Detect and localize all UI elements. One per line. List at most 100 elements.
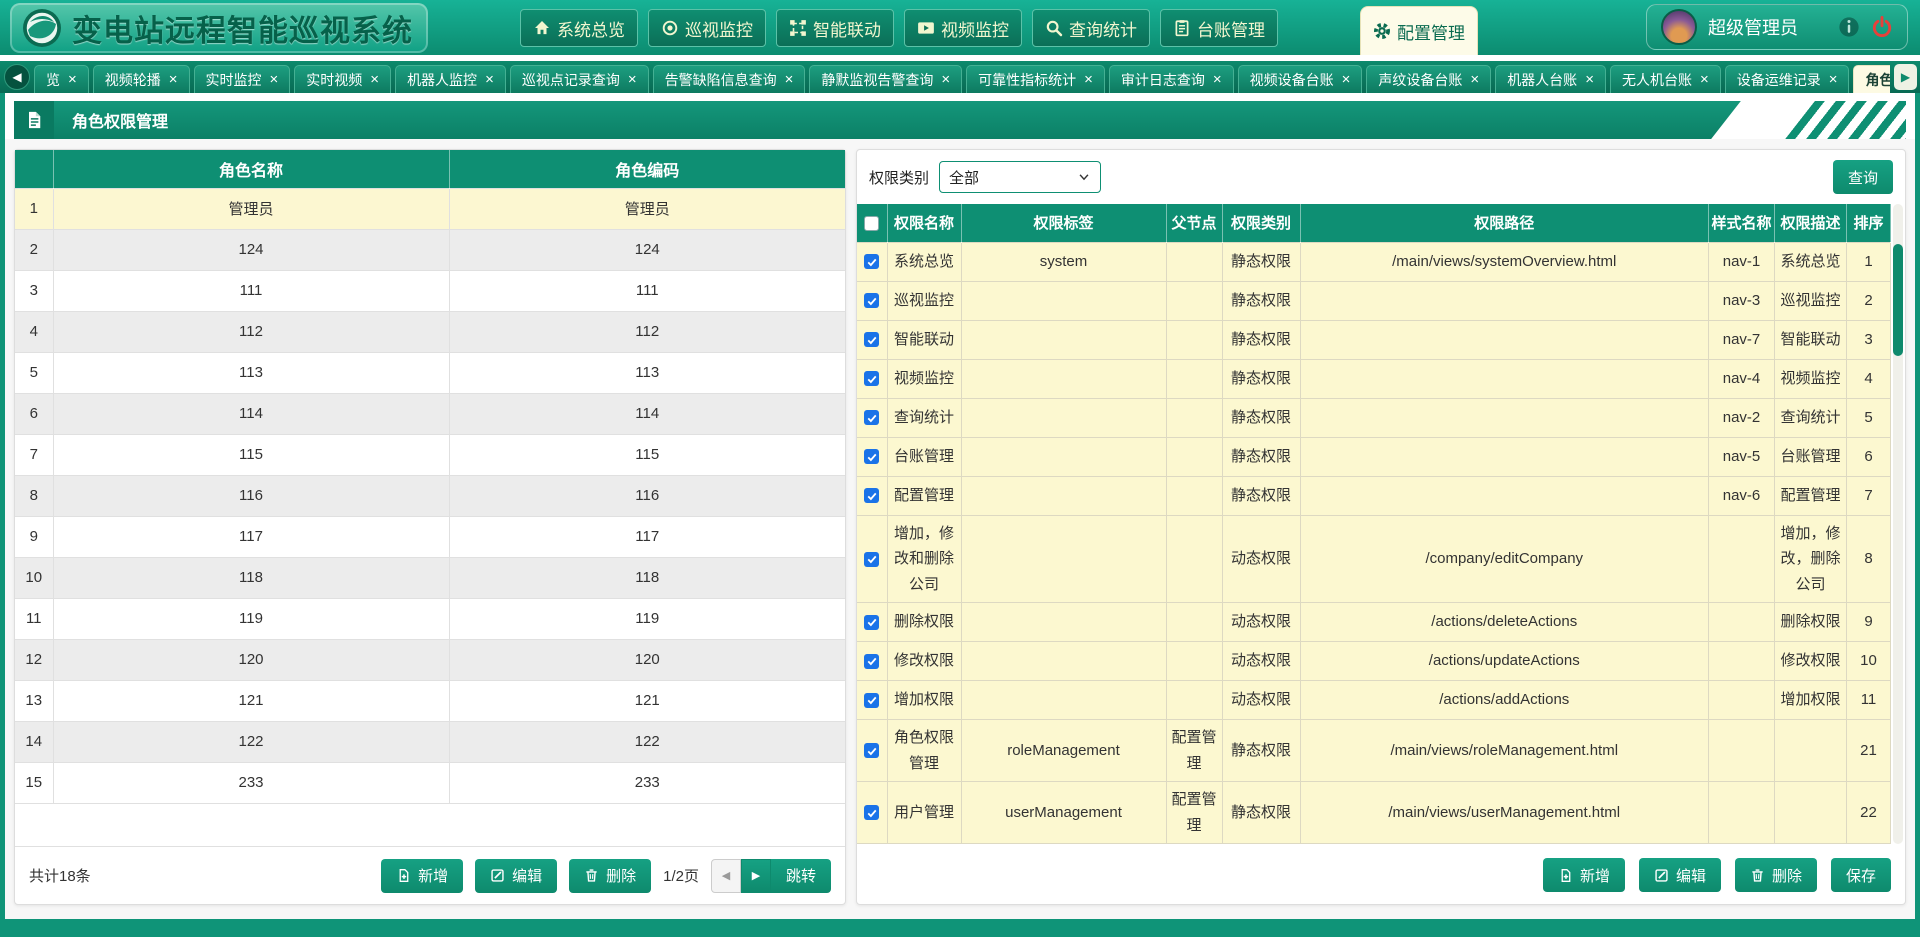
nav-search-button[interactable]: 查询统计 [1032,9,1150,47]
close-icon[interactable]: × [370,72,379,87]
prev-page-icon[interactable]: ◀ [711,859,741,893]
tab-item[interactable]: 机器人监控× [395,65,506,93]
role-row[interactable]: 10118118 [15,557,845,598]
close-icon[interactable]: × [1342,72,1351,87]
close-icon[interactable]: × [1700,72,1709,87]
tab-item[interactable]: 实时视频× [294,65,391,93]
tab-item[interactable]: 览× [34,65,89,93]
tab-item[interactable]: 角色权限管理× [1853,65,1890,93]
perm-row[interactable]: 增加权限 动态权限 /actions/addActions 增加权限 11 [857,681,1891,720]
perm-row[interactable]: 修改权限 动态权限 /actions/updateActions 修改权限 10 [857,642,1891,681]
row-checkbox[interactable] [864,332,879,347]
role-row[interactable]: 8116116 [15,475,845,516]
row-checkbox[interactable] [864,743,879,758]
close-icon[interactable]: × [270,72,279,87]
role-row[interactable]: 7115115 [15,434,845,475]
close-icon[interactable]: × [1213,72,1222,87]
close-icon[interactable]: × [1470,72,1479,87]
tab-item[interactable]: 无人机台账× [1610,65,1721,93]
perm-row[interactable]: 智能联动 静态权限 nav-7 智能联动 3 [857,320,1891,359]
row-checkbox[interactable] [864,654,879,669]
perm-path-cell: /main/views/systemOverview.html [1300,242,1709,281]
perm-edit-button[interactable]: 编辑 [1639,858,1721,892]
nav-home-button[interactable]: 系统总览 [520,9,638,47]
role-edit-button[interactable]: 编辑 [475,859,557,893]
row-checkbox[interactable] [864,615,879,630]
role-row[interactable]: 3111111 [15,270,845,311]
close-icon[interactable]: × [68,72,77,87]
scrollbar-track[interactable] [1893,204,1903,844]
nav-gear-button[interactable]: 配置管理 [1360,6,1478,55]
close-icon[interactable]: × [485,72,494,87]
perm-row[interactable]: 角色权限管理 roleManagement 配置管理 静态权限 /main/vi… [857,720,1891,782]
perm-row[interactable]: 增加，修改和删除公司 动态权限 /company/editCompany 增加，… [857,515,1891,603]
tab-item[interactable]: 声纹设备台账× [1366,65,1491,93]
role-row[interactable]: 4112112 [15,311,845,352]
role-row[interactable]: 6114114 [15,393,845,434]
jump-page-button[interactable]: 跳转 [771,859,831,893]
nav-link-button[interactable]: 智能联动 [776,9,894,47]
close-icon[interactable]: × [169,72,178,87]
row-checkbox[interactable] [864,254,879,269]
perm-row[interactable]: 视频监控 静态权限 nav-4 视频监控 4 [857,359,1891,398]
row-checkbox[interactable] [864,805,879,820]
role-row[interactable]: 14122122 [15,721,845,762]
role-row[interactable]: 2124124 [15,229,845,270]
role-delete-button[interactable]: 删除 [569,859,651,893]
row-checkbox[interactable] [864,293,879,308]
row-checkbox[interactable] [864,410,879,425]
tab-scroll-left-icon[interactable]: ◀ [4,64,30,90]
tab-item[interactable]: 审计日志查询× [1109,65,1234,93]
nav-ledger-button[interactable]: 台账管理 [1160,9,1278,47]
perm-row[interactable]: 系统总览 system 静态权限 /main/views/systemOverv… [857,242,1891,281]
perm-row[interactable]: 删除权限 动态权限 /actions/deleteActions 删除权限 9 [857,603,1891,642]
perm-row[interactable]: 查询统计 静态权限 nav-2 查询统计 5 [857,398,1891,437]
role-row[interactable]: 11119119 [15,598,845,639]
search-button[interactable]: 查询 [1833,160,1893,194]
tab-item[interactable]: 设备运维记录× [1725,65,1850,93]
tab-item[interactable]: 机器人台账× [1495,65,1606,93]
role-row[interactable]: 12120120 [15,639,845,680]
perm-row[interactable]: 台账管理 静态权限 nav-5 台账管理 6 [857,437,1891,476]
avatar[interactable] [1661,9,1697,45]
info-icon[interactable] [1838,16,1860,38]
scrollbar-thumb[interactable] [1893,244,1903,356]
close-icon[interactable]: × [941,72,950,87]
perm-row[interactable]: 巡视监控 静态权限 nav-3 巡视监控 2 [857,281,1891,320]
select-all-checkbox[interactable] [864,216,879,231]
role-row[interactable]: 1管理员管理员 [15,188,845,229]
save-button[interactable]: 保存 [1831,858,1891,892]
tab-item[interactable]: 视频设备台账× [1238,65,1363,93]
power-icon[interactable] [1871,16,1893,38]
role-row[interactable]: 9117117 [15,516,845,557]
row-checkbox[interactable] [864,449,879,464]
perm-row[interactable]: 用户管理 userManagement 配置管理 静态权限 /main/view… [857,782,1891,844]
row-checkbox[interactable] [864,552,879,567]
close-icon[interactable]: × [1585,72,1594,87]
tab-item[interactable]: 巡视点记录查询× [510,65,649,93]
role-row[interactable]: 13121121 [15,680,845,721]
tab-scroll-right-icon[interactable]: ▶ [1894,64,1917,90]
next-page-icon[interactable]: ▶ [741,859,771,893]
role-row[interactable]: 15233233 [15,762,845,803]
tab-item[interactable]: 告警缺陷信息查询× [653,65,806,93]
perm-add-button[interactable]: 新增 [1543,858,1625,892]
row-checkbox[interactable] [864,693,879,708]
perm-delete-button[interactable]: 删除 [1735,858,1817,892]
tab-item[interactable]: 实时监控× [194,65,291,93]
permission-type-select[interactable]: 全部 [939,161,1101,193]
tab-item[interactable]: 静默监视告警查询× [809,65,962,93]
tab-item[interactable]: 可靠性指标统计× [966,65,1105,93]
close-icon[interactable]: × [1084,72,1093,87]
nav-eye-button[interactable]: 巡视监控 [648,9,766,47]
close-icon[interactable]: × [628,72,637,87]
perm-row[interactable]: 配置管理 静态权限 nav-6 配置管理 7 [857,476,1891,515]
role-row[interactable]: 5113113 [15,352,845,393]
row-checkbox[interactable] [864,371,879,386]
close-icon[interactable]: × [1829,72,1838,87]
nav-video-button[interactable]: 视频监控 [904,9,1022,47]
role-add-button[interactable]: 新增 [381,859,463,893]
tab-item[interactable]: 视频轮播× [93,65,190,93]
close-icon[interactable]: × [785,72,794,87]
row-checkbox[interactable] [864,488,879,503]
